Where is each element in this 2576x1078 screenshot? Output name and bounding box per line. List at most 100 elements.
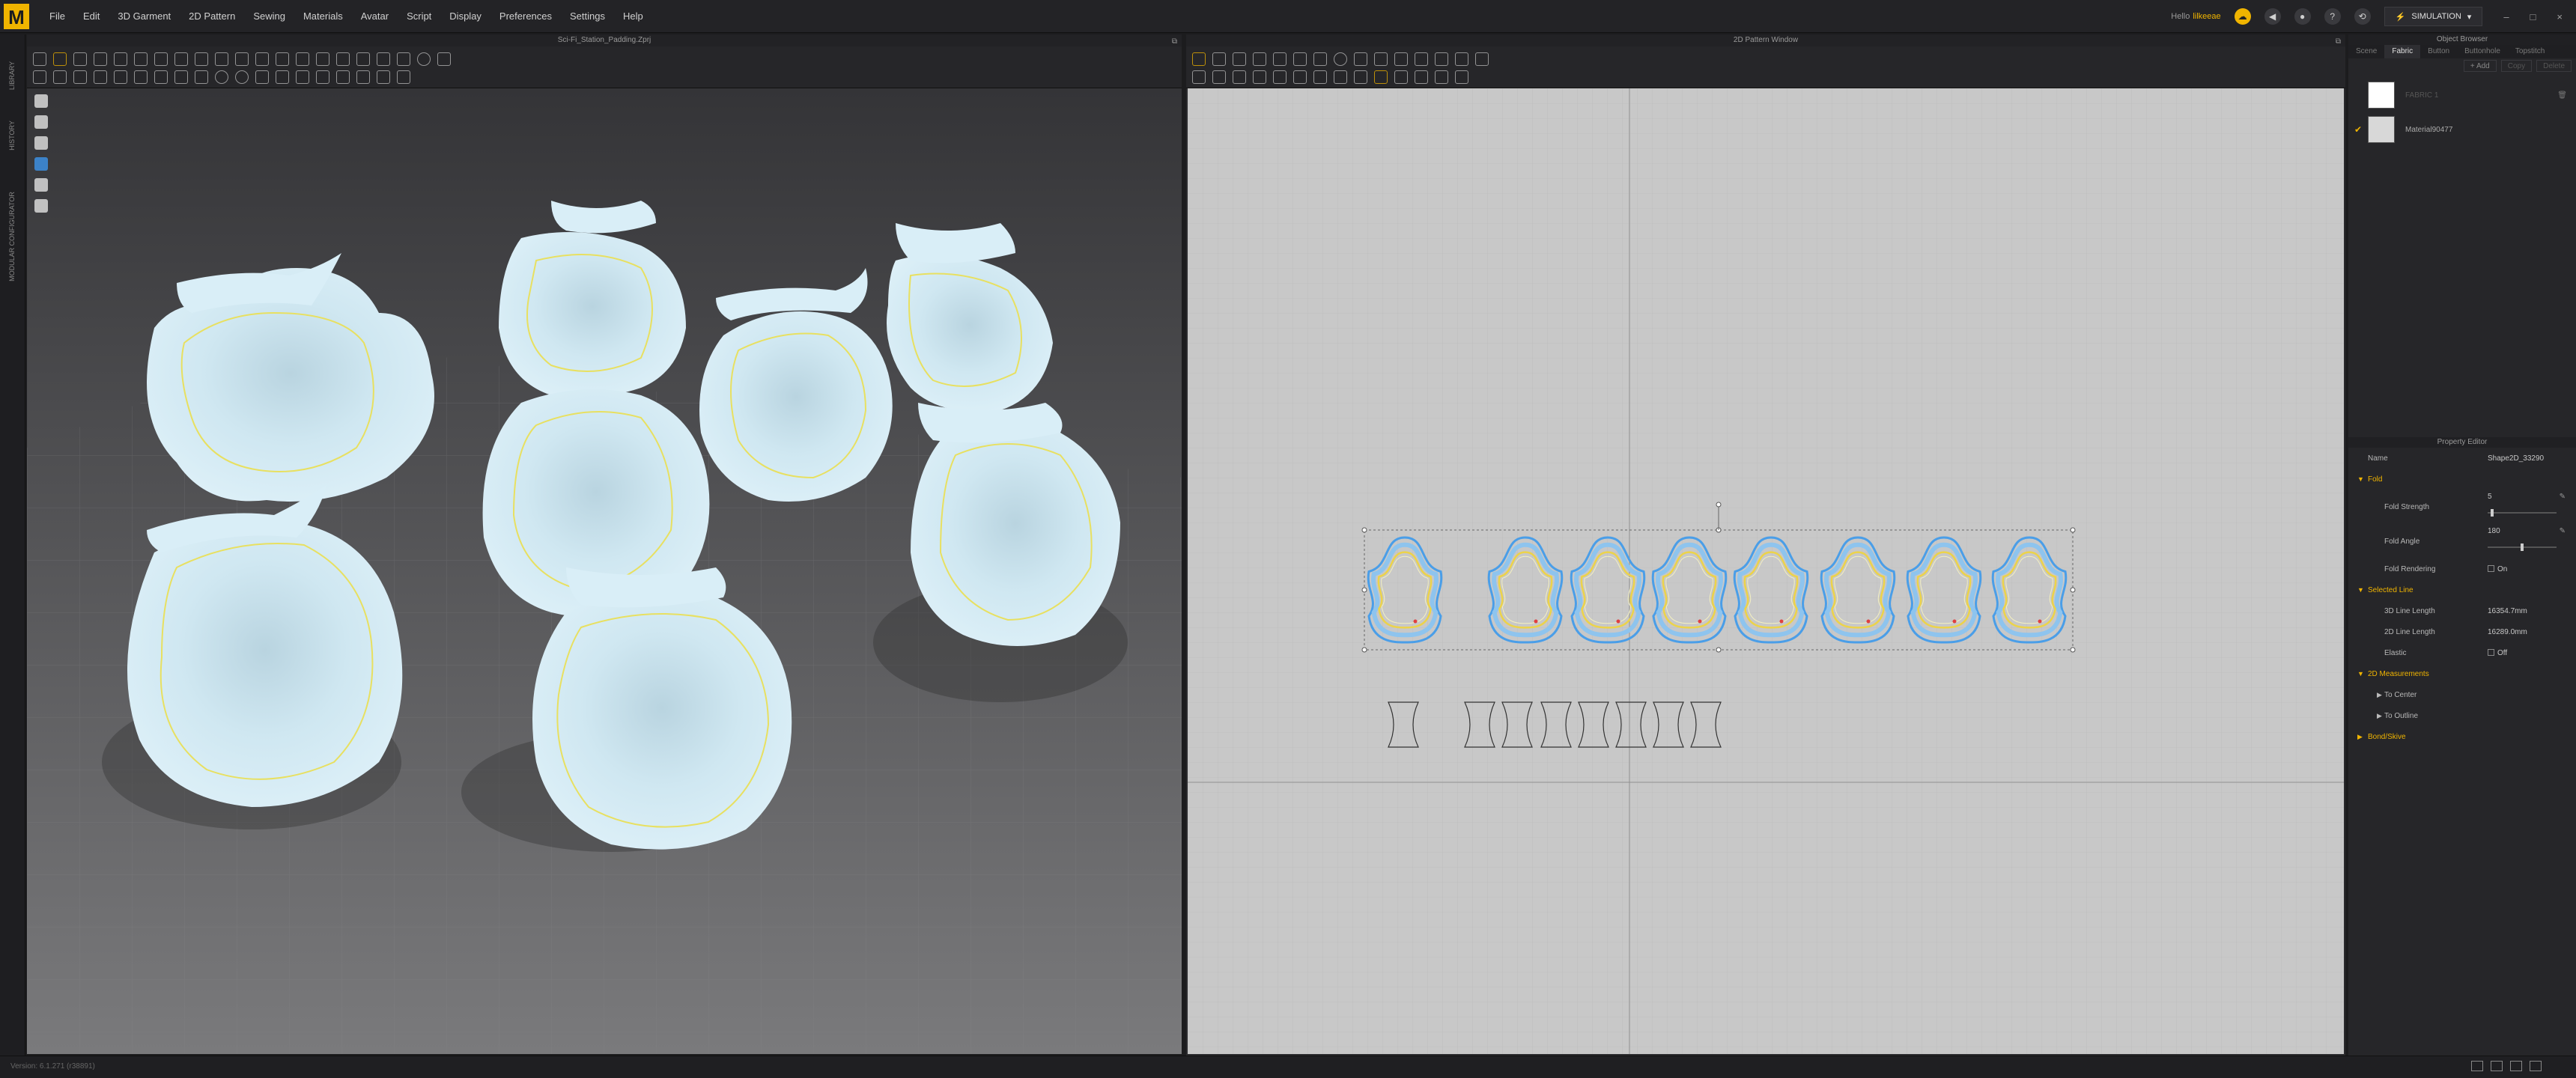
select-tool-icon[interactable] xyxy=(33,52,46,66)
ruler-icon[interactable] xyxy=(235,52,249,66)
avatar-measure-icon[interactable] xyxy=(33,70,46,84)
maximize-button[interactable]: □ xyxy=(2530,11,2536,22)
menu-file[interactable]: File xyxy=(40,0,74,33)
circle-icon[interactable] xyxy=(1334,52,1347,66)
fold-strength-slider[interactable] xyxy=(2488,509,2557,517)
segment-topstitch-icon[interactable] xyxy=(1415,70,1428,84)
menu-help[interactable]: Help xyxy=(614,0,652,33)
topstitch-icon[interactable] xyxy=(1394,70,1408,84)
fold-strength-value[interactable]: 5 xyxy=(2488,493,2492,501)
segment-sewing-icon[interactable] xyxy=(1192,70,1206,84)
people-icon[interactable] xyxy=(397,70,410,84)
shrink-icon[interactable] xyxy=(296,52,309,66)
pen-icon[interactable]: ✎ xyxy=(2560,493,2566,501)
pad-piece-3[interactable] xyxy=(699,311,893,502)
fold-section[interactable]: ▼ Fold xyxy=(2348,469,2576,490)
menu-avatar[interactable]: Avatar xyxy=(352,0,398,33)
minimize-button[interactable]: – xyxy=(2503,11,2509,22)
user-icon[interactable]: ● xyxy=(2294,8,2311,25)
close-button[interactable]: × xyxy=(2557,11,2563,22)
tab-scene[interactable]: Scene xyxy=(2348,45,2384,58)
fold-angle-value[interactable]: 180 xyxy=(2488,527,2500,535)
trim-icon[interactable] xyxy=(417,52,431,66)
pin-box-icon[interactable] xyxy=(174,52,188,66)
steam-icon[interactable] xyxy=(316,52,329,66)
edit-point-icon[interactable] xyxy=(1212,52,1226,66)
menu-2d-pattern[interactable]: 2D Pattern xyxy=(180,0,244,33)
zipper-icon[interactable] xyxy=(377,52,390,66)
dot-icon[interactable] xyxy=(235,70,249,84)
arrange-icon[interactable] xyxy=(377,70,390,84)
pen-icon[interactable] xyxy=(437,52,451,66)
seam-icon[interactable] xyxy=(53,70,67,84)
cut-icon[interactable] xyxy=(94,70,107,84)
menu-script[interactable]: Script xyxy=(398,0,440,33)
edit-texture-icon[interactable] xyxy=(1374,70,1388,84)
fabric-item[interactable]: FABRIC 1 🗑 xyxy=(2348,78,2576,112)
check-sewing-icon[interactable] xyxy=(1233,70,1246,84)
flatten-icon[interactable] xyxy=(336,52,350,66)
tack-icon[interactable] xyxy=(195,52,208,66)
elastic-icon[interactable] xyxy=(1354,70,1367,84)
add-point-icon[interactable] xyxy=(1273,52,1287,66)
trash-icon[interactable]: 🗑 xyxy=(2557,91,2567,100)
menu-materials[interactable]: Materials xyxy=(294,0,352,33)
graphic-icon[interactable] xyxy=(296,70,309,84)
hanger-icon[interactable] xyxy=(316,70,329,84)
menu-preferences[interactable]: Preferences xyxy=(490,0,561,33)
brush-icon[interactable] xyxy=(174,70,188,84)
marker-icon[interactable] xyxy=(154,70,168,84)
fold-icon[interactable] xyxy=(1293,70,1307,84)
line-icon[interactable] xyxy=(255,70,269,84)
pad-piece-6[interactable] xyxy=(911,423,1120,646)
fabric-item-selected[interactable]: ✔ Material90477 xyxy=(2348,112,2576,147)
puckering-icon[interactable] xyxy=(356,52,370,66)
select-mesh-icon[interactable] xyxy=(73,52,87,66)
seam-allowance-icon[interactable] xyxy=(1455,52,1468,66)
layout-3d-icon[interactable] xyxy=(2530,1061,2542,1071)
tab-modular-configurator[interactable]: MODULAR CONFIGURATOR xyxy=(4,192,19,281)
fabric-icon[interactable] xyxy=(276,70,289,84)
free-sewing-icon[interactable] xyxy=(1212,70,1226,84)
align-icon[interactable] xyxy=(356,70,370,84)
view-garment-icon[interactable] xyxy=(34,94,48,108)
strengthen-icon[interactable] xyxy=(276,52,289,66)
split-icon[interactable] xyxy=(134,70,148,84)
tab-topstitch[interactable]: Topstitch xyxy=(2508,45,2552,58)
button-tool-icon[interactable] xyxy=(397,52,410,66)
sphere-icon[interactable] xyxy=(215,70,228,84)
gizmo-icon[interactable] xyxy=(94,52,107,66)
free-topstitch-icon[interactable] xyxy=(1435,70,1448,84)
selected-line-section[interactable]: ▼ Selected Line xyxy=(2348,579,2576,600)
bond-skive-section[interactable]: ▶ Bond/Skive xyxy=(2348,726,2576,747)
name-value[interactable]: Shape2D_33290 xyxy=(2488,454,2544,463)
notch-icon[interactable] xyxy=(1435,52,1448,66)
internal-circle-icon[interactable] xyxy=(1394,52,1408,66)
tab-library[interactable]: LIBRARY xyxy=(4,49,19,102)
shirt-icon[interactable] xyxy=(255,52,269,66)
fold-rendering-checkbox[interactable]: On xyxy=(2488,564,2507,573)
view-fabric-icon[interactable] xyxy=(34,157,48,171)
layout-grid-icon[interactable] xyxy=(2510,1061,2522,1071)
menu-edit[interactable]: Edit xyxy=(74,0,109,33)
offset-icon[interactable] xyxy=(1313,70,1327,84)
tab-fabric[interactable]: Fabric xyxy=(2384,45,2421,58)
delete-button[interactable]: Delete xyxy=(2536,60,2572,72)
view-skin-icon[interactable] xyxy=(34,199,48,213)
symmetric-icon[interactable] xyxy=(1334,70,1347,84)
copy-button[interactable]: Copy xyxy=(2500,60,2533,72)
to-center-row[interactable]: ▶ To Center xyxy=(2348,684,2576,705)
trace-icon[interactable] xyxy=(1253,70,1266,84)
polygon-icon[interactable] xyxy=(1293,52,1307,66)
tape-icon[interactable] xyxy=(73,70,87,84)
pin-icon[interactable] xyxy=(154,52,168,66)
move-tool-icon[interactable] xyxy=(53,52,67,66)
rectangle-icon[interactable] xyxy=(1313,52,1327,66)
simulation-button[interactable]: ⚡ SIMULATION ▾ xyxy=(2384,7,2483,26)
menu-settings[interactable]: Settings xyxy=(561,0,614,33)
slider-handle[interactable] xyxy=(2491,509,2494,517)
layout-split-icon[interactable] xyxy=(2491,1061,2503,1071)
to-outline-row[interactable]: ▶ To Outline xyxy=(2348,705,2576,726)
menu-sewing[interactable]: Sewing xyxy=(244,0,294,33)
help-icon[interactable]: ? xyxy=(2324,8,2341,25)
